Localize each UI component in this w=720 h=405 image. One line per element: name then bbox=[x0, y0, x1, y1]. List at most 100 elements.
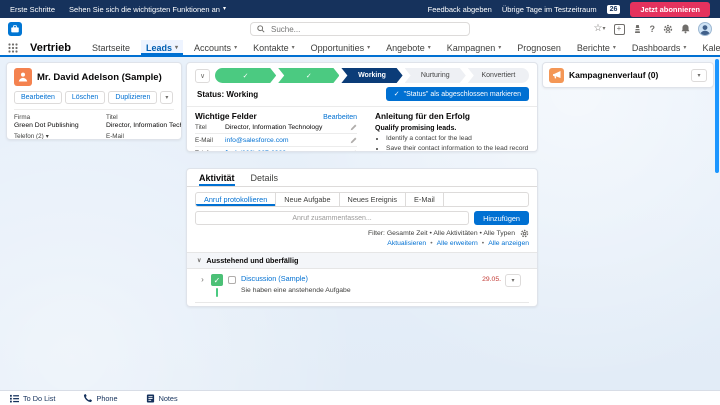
tab-startseite[interactable]: Startseite bbox=[87, 40, 135, 55]
section-title: Ausstehend und überfällig bbox=[206, 256, 299, 265]
email-link[interactable]: info@salesforce.com bbox=[225, 137, 346, 144]
lead-record-icon bbox=[14, 68, 32, 86]
dock-item-label: To Do List bbox=[23, 393, 56, 403]
key-features-menu[interactable]: Sehen Sie sich die wichtigsten Funktione… bbox=[69, 5, 226, 14]
utility-todo-list[interactable]: To Do List bbox=[10, 394, 55, 403]
tab-berichte[interactable]: Berichte ▾ bbox=[572, 40, 621, 55]
user-avatar[interactable] bbox=[698, 22, 712, 36]
path-status-text: Status: Working bbox=[197, 89, 259, 99]
tab-leads[interactable]: Leads ▾ bbox=[141, 40, 184, 55]
search-input[interactable] bbox=[269, 23, 463, 35]
tab-kontakte[interactable]: Kontakte ▾ bbox=[248, 40, 300, 55]
tab-kampagnen[interactable]: Kampagnen ▾ bbox=[442, 40, 507, 55]
notes-icon bbox=[146, 393, 154, 403]
field-label: Firma bbox=[14, 114, 31, 121]
chevron-down-icon: ▾ bbox=[234, 44, 238, 51]
utility-notes[interactable]: Notes bbox=[146, 394, 178, 403]
guidance-bullet: Save their contact information to the le… bbox=[386, 144, 529, 151]
help-icon[interactable]: ? bbox=[650, 24, 656, 34]
guidance-bullet: Identify a contact for the lead bbox=[386, 134, 529, 144]
tab-kalender[interactable]: Kalender▾ bbox=[697, 40, 720, 55]
tab-accounts[interactable]: Accounts ▾ bbox=[189, 40, 242, 55]
phone-icon bbox=[84, 393, 93, 402]
app-launcher-waffle-icon[interactable] bbox=[8, 42, 18, 53]
view-all-link[interactable]: Alle anzeigen bbox=[488, 240, 529, 247]
task-icon: ✓ bbox=[211, 274, 223, 286]
subscribe-now-button[interactable]: Jetzt abonnieren bbox=[630, 1, 710, 17]
field-label: E-Mail bbox=[106, 133, 124, 140]
utility-phone[interactable]: Phone bbox=[83, 393, 118, 403]
edit-button[interactable]: Bearbeiten bbox=[14, 91, 62, 104]
notifications-bell-icon[interactable] bbox=[681, 24, 690, 34]
path-stage-complete-1[interactable]: ✓ bbox=[215, 68, 276, 83]
subtab-email[interactable]: E-Mail bbox=[406, 193, 444, 206]
tab-details[interactable]: Details bbox=[251, 173, 279, 186]
delete-button[interactable]: Löschen bbox=[64, 91, 106, 104]
campaign-actions-button[interactable]: ▾ bbox=[691, 68, 707, 82]
path-stage-complete-2[interactable]: ✓ bbox=[278, 68, 339, 83]
setup-gear-icon[interactable] bbox=[663, 24, 673, 34]
edit-pencil-icon[interactable] bbox=[350, 137, 357, 144]
tab-label: Leads bbox=[146, 42, 173, 53]
subtab-new-event[interactable]: Neues Ereignis bbox=[340, 193, 407, 206]
global-actions-icon[interactable]: + bbox=[613, 23, 625, 35]
mark-status-complete-button[interactable]: ✓ "Status" als abgeschlossen markieren bbox=[385, 87, 529, 101]
tab-angebote[interactable]: Angebote ▾ bbox=[381, 40, 436, 55]
path-stage-konvertiert[interactable]: Konvertiert bbox=[467, 68, 529, 83]
chevron-down-icon: ▾ bbox=[683, 44, 687, 51]
app-name[interactable]: Vertrieb bbox=[30, 42, 71, 54]
call-summary-input[interactable] bbox=[195, 211, 470, 225]
activity-filter-text: Filter: Gesamte Zeit • Alle Aktivitäten … bbox=[367, 230, 515, 237]
add-button[interactable]: Hinzufügen bbox=[474, 211, 529, 225]
expand-task-chevron[interactable]: › bbox=[199, 275, 206, 297]
chevron-down-icon: ▾ bbox=[602, 26, 606, 32]
utility-bar: To Do List Phone Notes bbox=[0, 390, 720, 405]
favorites-star-icon[interactable]: ☆ ▾ bbox=[594, 24, 606, 34]
key-fields-edit-link[interactable]: Bearbeiten bbox=[323, 114, 357, 121]
edit-pencil-icon[interactable] bbox=[350, 124, 357, 131]
path-collapse-button[interactable]: ∨ bbox=[195, 68, 210, 83]
vertical-scrollbar-thumb[interactable] bbox=[715, 59, 719, 173]
feedback-link[interactable]: Feedback abgeben bbox=[428, 5, 492, 14]
subtab-new-task[interactable]: Neue Aufgabe bbox=[276, 193, 340, 206]
tab-prognosen[interactable]: Prognosen bbox=[512, 40, 566, 55]
task-complete-checkbox[interactable] bbox=[228, 276, 236, 284]
edit-pencil-icon[interactable] bbox=[350, 150, 357, 151]
task-title-link[interactable]: Discussion (Sample) bbox=[241, 274, 477, 283]
phone-link[interactable]: 1 (800) 667-6389 bbox=[225, 149, 346, 151]
filter-gear-icon[interactable] bbox=[520, 229, 529, 238]
section-pending-overdue[interactable]: ∨ Ausstehend und überfällig bbox=[187, 252, 537, 269]
expand-all-link[interactable]: Alle erweitern bbox=[437, 240, 478, 247]
dock-item-label: Phone bbox=[96, 393, 118, 403]
getting-started-link[interactable]: Erste Schritte bbox=[10, 5, 55, 14]
salesforce-logo-icon bbox=[8, 22, 22, 36]
more-actions-button[interactable]: ▾ bbox=[160, 91, 174, 104]
field-value: Green Dot Publishing bbox=[14, 122, 79, 129]
timeline-bar bbox=[215, 288, 219, 297]
tab-aktivitaet[interactable]: Aktivität bbox=[199, 173, 235, 186]
tab-opportunities[interactable]: Opportunities ▾ bbox=[306, 40, 376, 55]
task-list-item: › ✓ Discussion (Sample) Sie haben eine a… bbox=[195, 269, 529, 298]
campaign-history-card: Kampagnenverlauf (0) ▾ bbox=[542, 62, 714, 88]
lead-highlights-card: Mr. David Adelson (Sample) Bearbeiten Lö… bbox=[6, 62, 182, 140]
clone-button[interactable]: Duplizieren bbox=[108, 91, 158, 104]
key-field-row: E-Mail info@salesforce.com bbox=[195, 134, 357, 147]
tab-label: Dashboards bbox=[631, 42, 681, 53]
tab-dashboards[interactable]: Dashboards ▾ bbox=[627, 40, 692, 55]
global-search[interactable] bbox=[250, 22, 470, 36]
key-features-label: Sehen Sie sich die wichtigsten Funktione… bbox=[69, 4, 220, 14]
tab-label: Startseite bbox=[91, 42, 130, 53]
path-stage-working[interactable]: Working bbox=[341, 68, 402, 83]
tab-label: Kontakte bbox=[253, 42, 289, 53]
path-stage-nurturing[interactable]: Nurturing bbox=[405, 68, 466, 83]
subtab-log-call[interactable]: Anruf protokollieren bbox=[196, 193, 277, 206]
field-phone: Telefon (2)▾ 1 (800) 667-6389 bbox=[14, 133, 102, 140]
refresh-link[interactable]: Aktualisieren bbox=[387, 240, 426, 247]
tab-label: Prognosen bbox=[517, 42, 561, 53]
no-past-activity-message: Keine Aktivität in der Vergangenheit. Al… bbox=[195, 302, 529, 306]
task-due-date: 29.05. bbox=[482, 276, 501, 283]
task-actions-button[interactable]: ▾ bbox=[505, 274, 521, 287]
guidance-center-icon[interactable] bbox=[633, 24, 642, 34]
chevron-down-icon[interactable]: ▾ bbox=[46, 134, 49, 140]
campaign-history-title[interactable]: Kampagnenverlauf (0) bbox=[569, 70, 658, 80]
